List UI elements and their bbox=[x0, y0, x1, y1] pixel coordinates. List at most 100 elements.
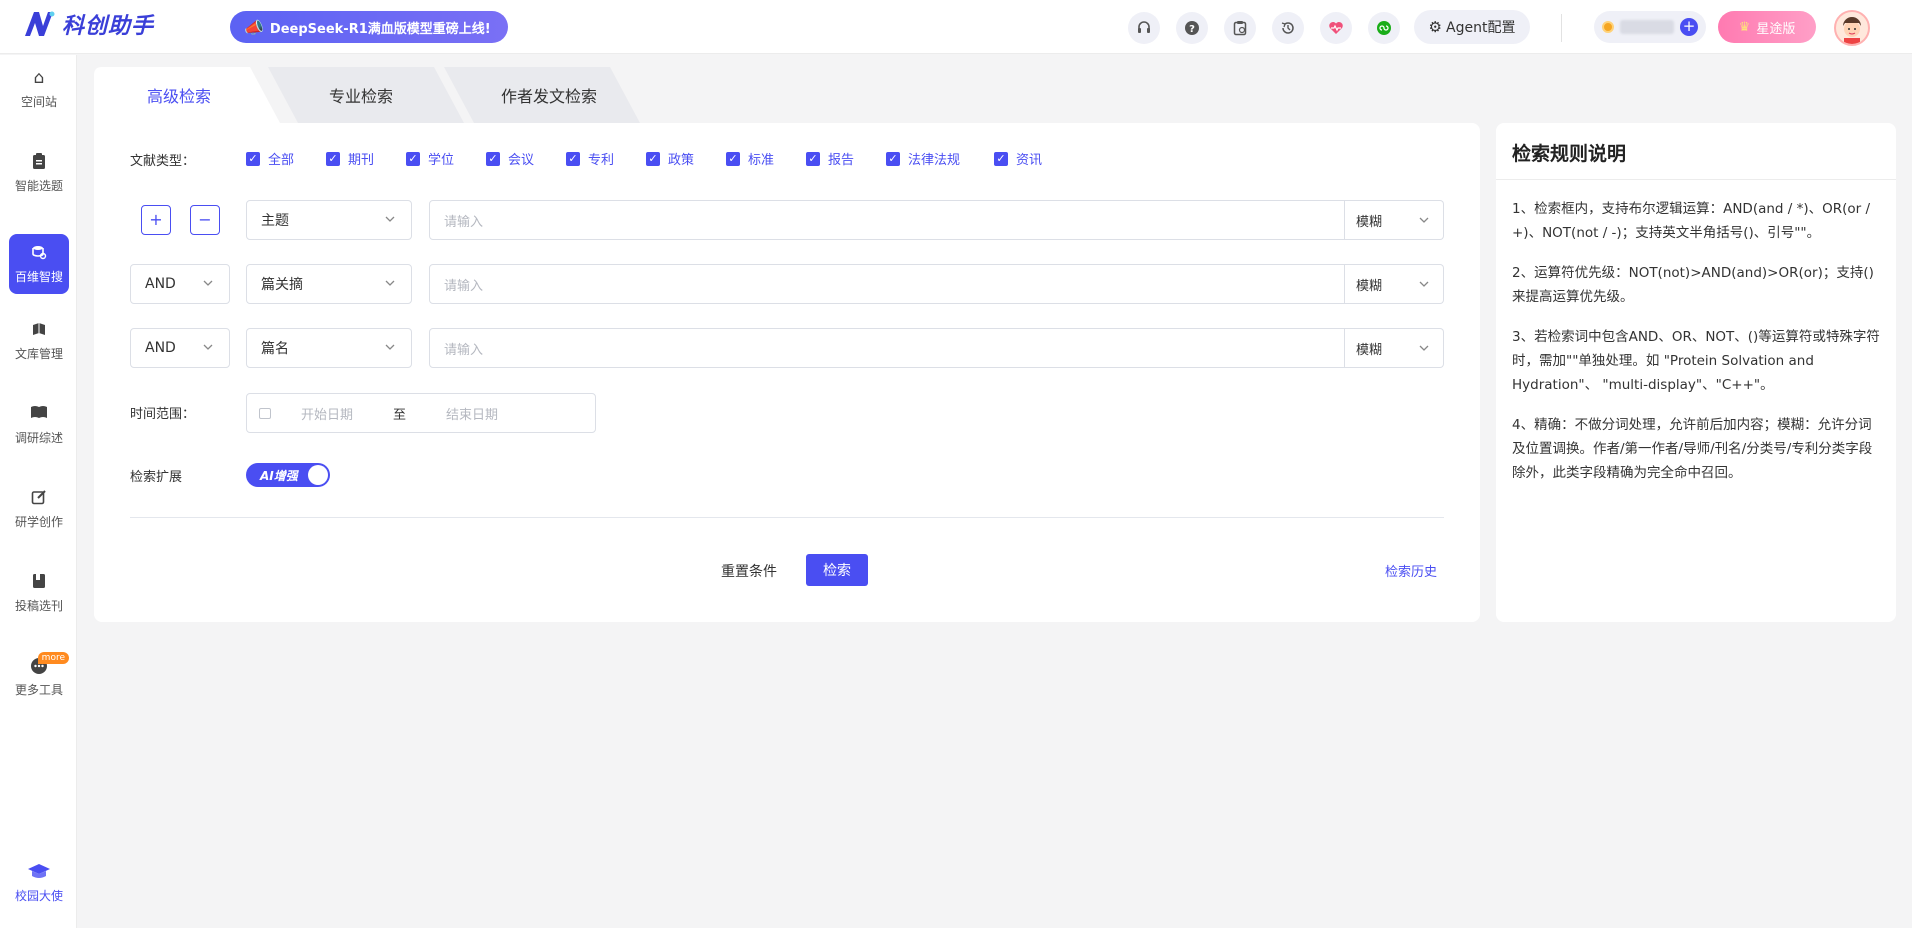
tab-professional-search[interactable]: 专业检索 bbox=[276, 67, 446, 123]
promo-text: DeepSeek-R1满血版模型重磅上线! bbox=[269, 21, 491, 37]
date-range-picker[interactable]: 开始日期 至 结束日期 bbox=[246, 393, 596, 433]
edit-icon bbox=[31, 489, 47, 507]
vip-button[interactable]: ♛ 星途版 bbox=[1718, 11, 1816, 43]
calendar-icon bbox=[259, 407, 271, 419]
check-icon: ✓ bbox=[246, 151, 260, 166]
wechat-mini-icon[interactable] bbox=[1368, 12, 1400, 44]
rule-paragraph: 2、运算符优先级：NOT(not)>AND(and)>OR(or)；支持()来提… bbox=[1512, 265, 1874, 305]
headset-icon[interactable] bbox=[1128, 12, 1160, 44]
chevron-down-icon bbox=[1419, 281, 1429, 287]
checkbox-label: 会议 bbox=[508, 153, 535, 168]
help-icon[interactable]: ? bbox=[1176, 12, 1208, 44]
end-date-input[interactable]: 结束日期 bbox=[446, 404, 498, 423]
doc-type-checkbox[interactable]: ✓ 全部 bbox=[246, 149, 294, 168]
rule-paragraph: 4、精确：不做分词处理，允许前后加内容；模糊：允许分词及位置调换。作者/第一作者… bbox=[1512, 417, 1873, 481]
chevron-down-icon bbox=[203, 344, 213, 350]
logic-select-value: AND bbox=[145, 276, 176, 292]
sidebar-item-label: 投稿选刊 bbox=[14, 598, 63, 613]
sidebar-item-label: 空间站 bbox=[20, 94, 57, 109]
rule-paragraph: 1、检索框内，支持布尔逻辑运算：AND(and / *)、OR(or / +)、… bbox=[1512, 201, 1871, 241]
history-icon[interactable] bbox=[1272, 12, 1304, 44]
checkbox-label: 法律法规 bbox=[908, 153, 961, 168]
sidebar-item-label: 研学创作 bbox=[14, 514, 63, 529]
doc-type-checkbox[interactable]: ✓ 报告 bbox=[806, 149, 854, 168]
checkbox-label: 专利 bbox=[588, 153, 615, 168]
sidebar-item-submit[interactable]: 投稿选刊 bbox=[9, 563, 69, 623]
calendar-clipboard-icon[interactable] bbox=[1224, 12, 1256, 44]
doc-type-checkbox[interactable]: ✓ 学位 bbox=[406, 149, 454, 168]
reset-button[interactable]: 重置条件 bbox=[721, 561, 777, 581]
search-input[interactable]: 请输入 bbox=[429, 264, 1345, 304]
sidebar-item-campus[interactable]: 校园大使 bbox=[9, 853, 69, 913]
tab-advanced-search[interactable]: 高级检索 bbox=[94, 67, 264, 123]
sidebar-item-search[interactable]: 百维智搜 bbox=[9, 234, 69, 294]
field-select[interactable]: 篇关摘 bbox=[246, 264, 412, 304]
check-icon: ✓ bbox=[994, 151, 1008, 166]
check-icon: ✓ bbox=[566, 151, 580, 166]
doc-type-checkbox[interactable]: ✓ 期刊 bbox=[326, 149, 374, 168]
points-balance[interactable]: + bbox=[1594, 11, 1706, 43]
chevron-down-icon bbox=[385, 216, 395, 222]
chevron-down-icon bbox=[385, 344, 395, 350]
search-input[interactable]: 请输入 bbox=[429, 200, 1345, 240]
tab-author-search[interactable]: 作者发文检索 bbox=[454, 67, 644, 123]
sidebar-item-label: 更多工具 bbox=[14, 682, 63, 697]
field-select-value: 主题 bbox=[261, 213, 289, 229]
heart-pulse-icon[interactable] bbox=[1320, 12, 1352, 44]
add-condition-button[interactable]: + bbox=[141, 205, 171, 235]
checkbox-label: 资讯 bbox=[1016, 153, 1043, 168]
search-history-link[interactable]: 检索历史 bbox=[1385, 561, 1437, 580]
agent-config-label: Agent配置 bbox=[1446, 20, 1516, 36]
doc-type-checkbox[interactable]: ✓ 标准 bbox=[726, 149, 774, 168]
start-date-input[interactable]: 开始日期 bbox=[301, 404, 353, 423]
search-button[interactable]: 检索 bbox=[806, 554, 868, 586]
checkbox-label: 全部 bbox=[268, 153, 295, 168]
doc-type-checkbox[interactable]: ✓ 专利 bbox=[566, 149, 614, 168]
logo-mark-icon bbox=[25, 11, 55, 36]
megaphone-icon: 📣 bbox=[244, 17, 264, 37]
logic-select[interactable]: AND bbox=[130, 328, 230, 368]
sidebar-item-review[interactable]: 调研综述 bbox=[9, 395, 69, 455]
sidebar-item-create[interactable]: 研学创作 bbox=[9, 479, 69, 539]
doc-type-checkbox[interactable]: ✓ 政策 bbox=[646, 149, 694, 168]
sidebar-item-topic[interactable]: 智能选题 bbox=[9, 143, 69, 203]
gear-icon: ⚙ bbox=[1428, 18, 1442, 36]
date-separator: 至 bbox=[393, 407, 407, 423]
remove-condition-button[interactable]: − bbox=[190, 205, 220, 235]
crown-icon: ♛ bbox=[1738, 19, 1751, 35]
books-icon bbox=[31, 321, 47, 339]
advanced-search-panel: 高级检索 专业检索 作者发文检索 文献类型： ✓ 全部 ✓ 期刊 ✓ 学位 ✓ 会议 ✓… bbox=[94, 67, 1480, 622]
sidebar-item-label: 百维智搜 bbox=[14, 269, 63, 284]
rules-body: 1、检索框内，支持布尔逻辑运算：AND(and / *)、OR(or / +)、… bbox=[1512, 197, 1884, 501]
check-icon: ✓ bbox=[806, 151, 820, 166]
checkbox-label: 标准 bbox=[748, 153, 775, 168]
match-mode-select[interactable]: 模糊 bbox=[1344, 200, 1444, 240]
search-input[interactable]: 请输入 bbox=[429, 328, 1345, 368]
match-mode-select[interactable]: 模糊 bbox=[1344, 328, 1444, 368]
sidebar-item-more-tools[interactable]: 更多工具 more bbox=[9, 647, 69, 707]
home-icon: ⌂ bbox=[33, 67, 45, 88]
agent-config-button[interactable]: ⚙ Agent配置 bbox=[1414, 10, 1530, 44]
doc-type-checkbox[interactable]: ✓ 会议 bbox=[486, 149, 534, 168]
journal-icon bbox=[32, 573, 46, 591]
coin-icon bbox=[1602, 21, 1614, 33]
add-points-icon[interactable]: + bbox=[1680, 18, 1698, 36]
checkbox-label: 政策 bbox=[668, 153, 695, 168]
sidebar-item-home[interactable]: ⌂ 空间站 bbox=[9, 59, 69, 119]
field-select[interactable]: 篇名 bbox=[246, 328, 412, 368]
user-avatar[interactable] bbox=[1834, 10, 1870, 46]
doc-type-checkbox[interactable]: ✓ 资讯 bbox=[994, 149, 1042, 168]
check-icon: ✓ bbox=[726, 151, 740, 166]
search-rules-panel: 检索规则说明 1、检索框内，支持布尔逻辑运算：AND(and / *)、OR(o… bbox=[1496, 123, 1896, 622]
promo-banner[interactable]: 📣 DeepSeek-R1满血版模型重磅上线! bbox=[230, 11, 508, 43]
sidebar-item-label: 校园大使 bbox=[14, 888, 63, 903]
chevron-down-icon bbox=[203, 280, 213, 286]
match-mode-select[interactable]: 模糊 bbox=[1344, 264, 1444, 304]
ai-enhance-toggle[interactable]: AI增强 bbox=[246, 463, 330, 487]
sidebar-item-library[interactable]: 文库管理 bbox=[9, 311, 69, 371]
logic-select[interactable]: AND bbox=[130, 264, 230, 304]
doc-type-checkbox[interactable]: ✓ 法律法规 bbox=[886, 149, 960, 168]
app-logo[interactable]: 科创助手 bbox=[22, 8, 154, 40]
sidebar-item-label: 文库管理 bbox=[14, 346, 63, 361]
field-select[interactable]: 主题 bbox=[246, 200, 412, 240]
